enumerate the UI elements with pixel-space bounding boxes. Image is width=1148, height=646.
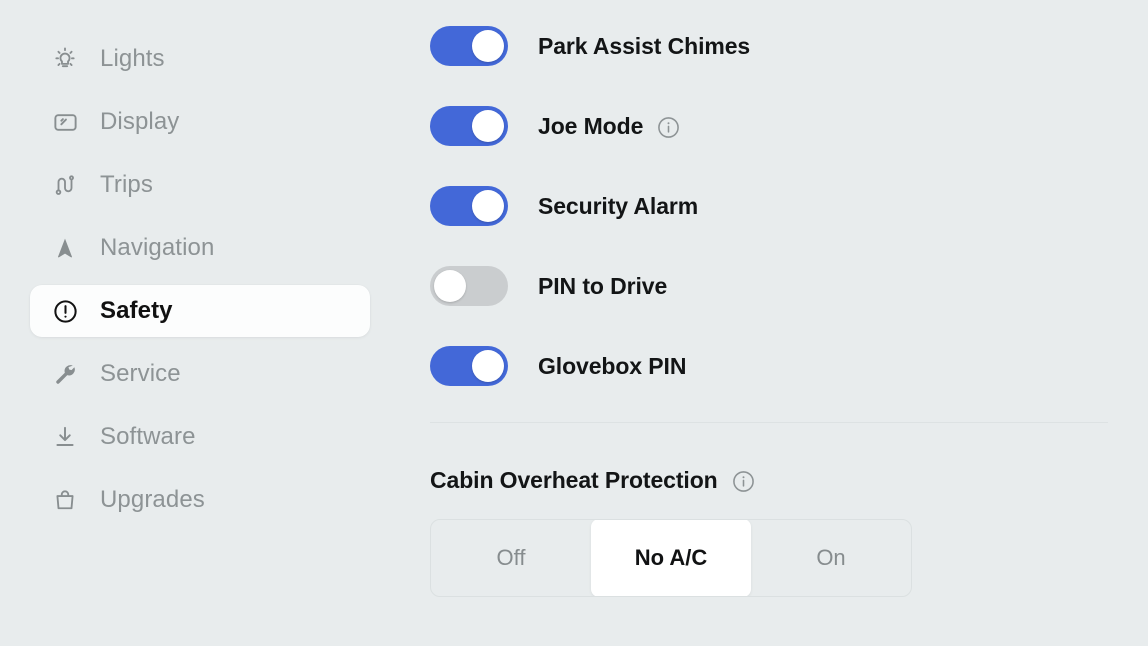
sidebar-item-label: Safety xyxy=(100,299,173,323)
wrench-icon xyxy=(50,359,80,389)
toggle-pin-to-drive[interactable] xyxy=(430,266,508,306)
toggle-joe-mode[interactable] xyxy=(430,106,508,146)
segment-option-no-ac[interactable]: No A/C xyxy=(591,519,751,597)
toggle-knob xyxy=(472,350,504,382)
lightbulb-icon xyxy=(50,44,80,74)
sidebar-item-service[interactable]: Service xyxy=(30,348,370,400)
segment-label: No A/C xyxy=(635,545,708,571)
sidebar-item-label: Trips xyxy=(100,173,153,197)
setting-label-park-assist-chimes: Park Assist Chimes xyxy=(538,33,750,60)
sidebar-item-safety[interactable]: Safety xyxy=(30,285,370,337)
setting-row-pin-to-drive: PIN to Drive xyxy=(400,262,1148,310)
sidebar-item-label: Navigation xyxy=(100,236,214,260)
setting-label-pin-to-drive: PIN to Drive xyxy=(538,273,667,300)
sidebar-item-label: Upgrades xyxy=(100,488,205,512)
section-divider xyxy=(430,422,1108,423)
sidebar-item-label: Lights xyxy=(100,47,165,71)
toggle-park-assist-chimes[interactable] xyxy=(430,26,508,66)
setting-label-text: Security Alarm xyxy=(538,193,698,220)
sidebar-item-display[interactable]: Display xyxy=(30,96,370,148)
section-title-cabin-overheat-protection: Cabin Overheat Protection xyxy=(430,467,1148,494)
setting-label-text: Glovebox PIN xyxy=(538,353,686,380)
sidebar-item-label: Software xyxy=(100,425,196,449)
safety-settings-panel: Park Assist Chimes Joe Mode xyxy=(400,0,1148,646)
segment-option-on[interactable]: On xyxy=(751,520,911,596)
segmented-control-cabin-overheat-protection: Off No A/C On xyxy=(430,519,912,597)
section-title-text: Cabin Overheat Protection xyxy=(430,467,718,494)
setting-label-glovebox-pin: Glovebox PIN xyxy=(538,353,686,380)
settings-sidebar: Lights Display Trips xyxy=(0,0,400,646)
settings-screen: Lights Display Trips xyxy=(0,0,1148,646)
setting-label-text: PIN to Drive xyxy=(538,273,667,300)
setting-label-joe-mode: Joe Mode xyxy=(538,113,681,140)
download-icon xyxy=(50,422,80,452)
sidebar-item-upgrades[interactable]: Upgrades xyxy=(30,474,370,526)
segment-label: Off xyxy=(497,545,526,571)
toggle-knob xyxy=(472,190,504,222)
info-icon[interactable] xyxy=(656,115,681,140)
setting-row-glovebox-pin: Glovebox PIN xyxy=(400,342,1148,390)
toggle-knob xyxy=(434,270,466,302)
display-icon xyxy=(50,107,80,137)
setting-row-park-assist-chimes: Park Assist Chimes xyxy=(400,22,1148,70)
toggle-security-alarm[interactable] xyxy=(430,186,508,226)
sidebar-item-label: Display xyxy=(100,110,179,134)
setting-row-joe-mode: Joe Mode xyxy=(400,102,1148,150)
setting-row-security-alarm: Security Alarm xyxy=(400,182,1148,230)
navigation-icon xyxy=(50,233,80,263)
info-icon[interactable] xyxy=(731,469,756,494)
setting-label-text: Park Assist Chimes xyxy=(538,33,750,60)
sidebar-item-navigation[interactable]: Navigation xyxy=(30,222,370,274)
sidebar-item-label: Service xyxy=(100,362,181,386)
sidebar-item-software[interactable]: Software xyxy=(30,411,370,463)
segment-option-off[interactable]: Off xyxy=(431,520,591,596)
shopping-bag-icon xyxy=(50,485,80,515)
route-icon xyxy=(50,170,80,200)
alert-circle-icon xyxy=(50,296,80,326)
toggle-knob xyxy=(472,110,504,142)
toggle-glovebox-pin[interactable] xyxy=(430,346,508,386)
sidebar-item-lights[interactable]: Lights xyxy=(30,33,370,85)
setting-label-text: Joe Mode xyxy=(538,113,643,140)
sidebar-item-trips[interactable]: Trips xyxy=(30,159,370,211)
toggle-knob xyxy=(472,30,504,62)
segment-label: On xyxy=(816,545,845,571)
setting-label-security-alarm: Security Alarm xyxy=(538,193,698,220)
